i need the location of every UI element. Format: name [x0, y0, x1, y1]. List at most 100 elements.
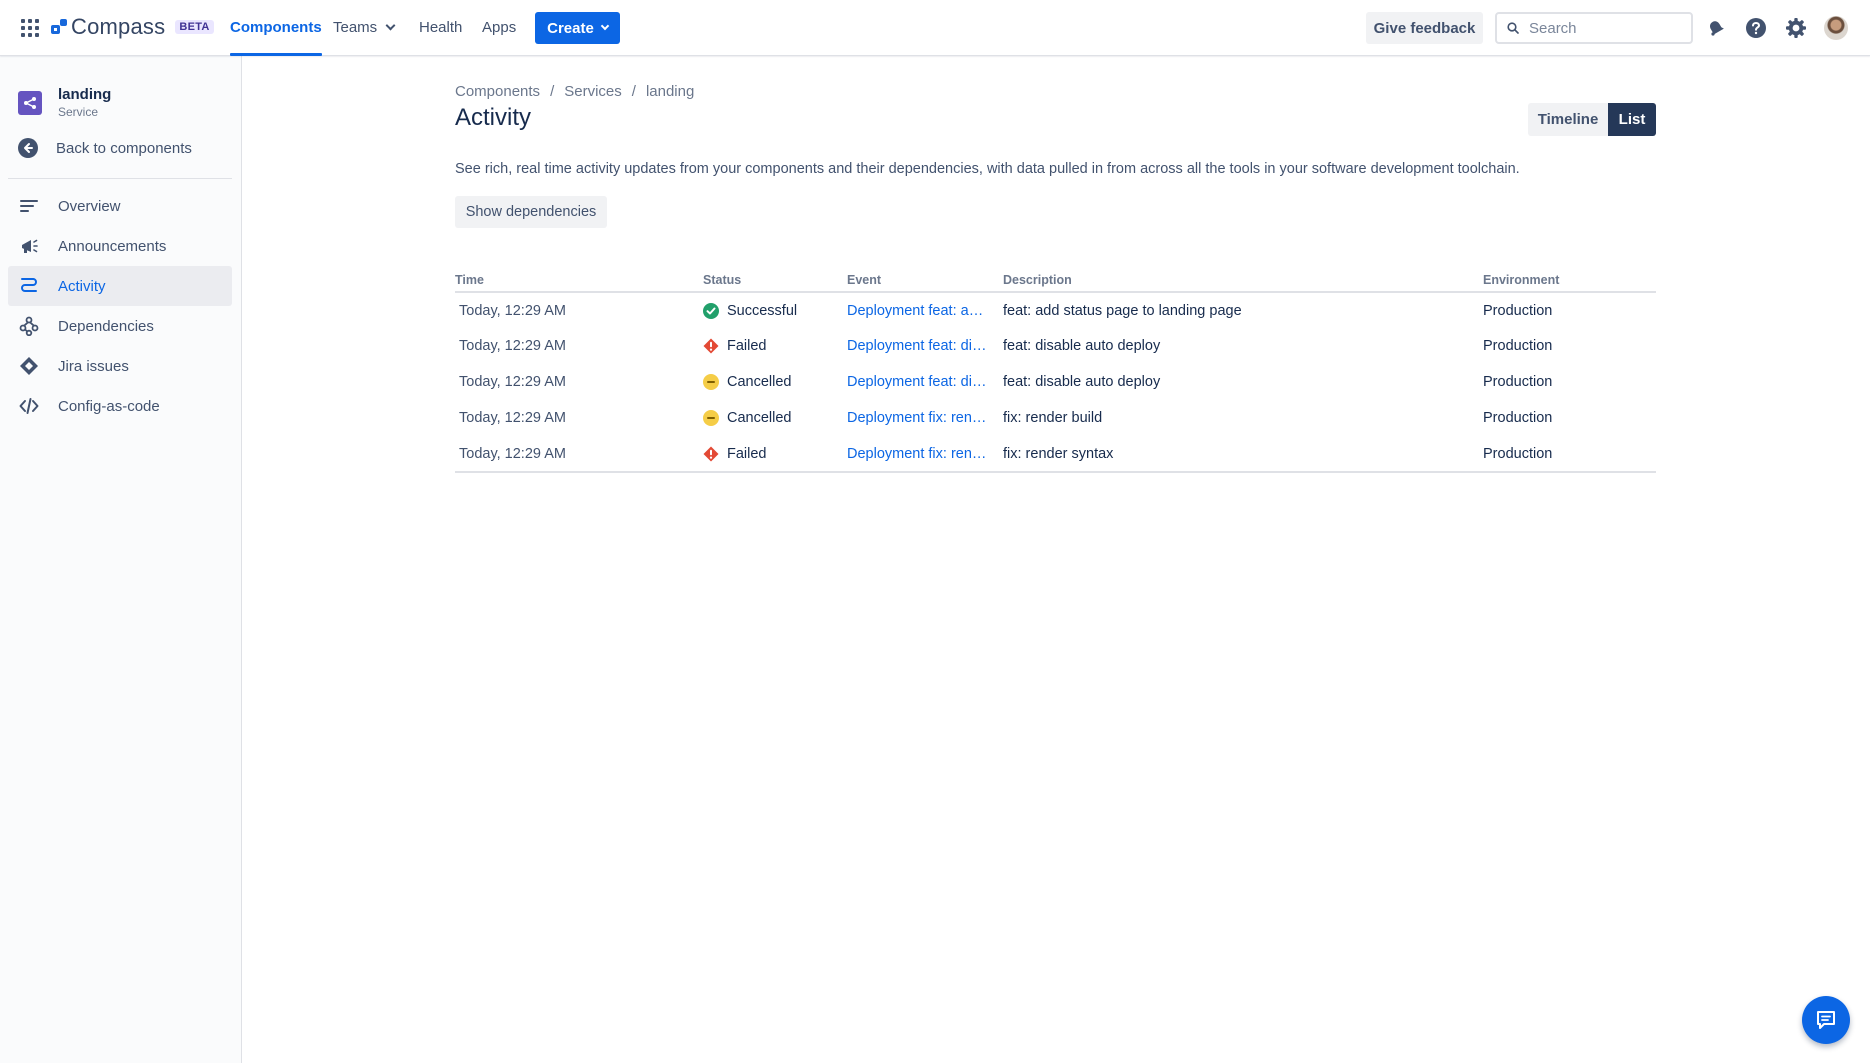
sidebar-item-dependencies[interactable]: Dependencies — [8, 306, 232, 346]
create-label: Create — [547, 19, 594, 37]
table-row: Today, 12:29 AM Cancelled Deployment fix… — [455, 400, 1656, 436]
table-row: Today, 12:29 AM Failed Deployment fix: r… — [455, 436, 1656, 473]
column-header-status[interactable]: Status — [703, 266, 847, 293]
search-input[interactable] — [1529, 19, 1679, 37]
settings-icon[interactable] — [1784, 16, 1808, 40]
error-icon — [703, 446, 719, 462]
sidebar-item-jira-issues[interactable]: Jira issues — [8, 346, 232, 386]
sidebar-item-activity[interactable]: Activity — [8, 266, 232, 306]
cancelled-icon — [703, 410, 719, 426]
notifications-icon[interactable] — [1704, 16, 1728, 40]
help-icon[interactable] — [1744, 16, 1768, 40]
sidebar-item-label: Config-as-code — [58, 397, 160, 415]
table-header-row: Time Status Event Description Environmen… — [455, 266, 1656, 293]
cell-description: fix: render syntax — [1003, 436, 1483, 473]
compass-logo[interactable]: Compass BETA — [51, 14, 214, 40]
cell-event: Deployment feat: disable auto deploy — [847, 364, 1003, 400]
event-link[interactable]: Deployment feat: disable auto deploy — [847, 338, 987, 354]
table-row: Today, 12:29 AM Failed Deployment feat: … — [455, 328, 1656, 364]
back-to-components-link[interactable]: Back to components — [18, 138, 192, 158]
nav-health[interactable]: Health — [419, 0, 462, 56]
component-type: Service — [58, 105, 99, 119]
cell-event: Deployment fix: render syntax — [847, 436, 1003, 473]
cell-status: Failed — [703, 436, 847, 473]
overview-icon — [18, 195, 40, 217]
top-navigation: Compass BETA Components Teams Health App… — [0, 0, 1870, 56]
compass-logo-icon — [51, 19, 67, 35]
event-link[interactable]: Deployment feat: add status page to land… — [847, 303, 987, 319]
column-header-event[interactable]: Event — [847, 266, 1003, 293]
column-header-time[interactable]: Time — [455, 266, 703, 293]
component-nav: Overview Announcements Activity Dependen… — [8, 186, 232, 426]
status-label: Cancelled — [727, 374, 792, 390]
show-dependencies-button[interactable]: Show dependencies — [455, 196, 607, 228]
cell-description: feat: disable auto deploy — [1003, 374, 1161, 390]
breadcrumb-components[interactable]: Components — [455, 83, 540, 100]
page-description: See rich, real time activity updates fro… — [455, 161, 1520, 177]
cell-status: Failed — [703, 328, 847, 364]
cell-description: fix: render build — [1003, 410, 1103, 426]
timeline-view-button[interactable]: Timeline — [1528, 103, 1608, 136]
arrow-left-icon — [18, 138, 38, 158]
table-row: Today, 12:29 AM Cancelled Deployment fea… — [455, 364, 1656, 400]
cell-time: Today, 12:29 AM — [459, 374, 566, 390]
column-header-environment[interactable]: Environment — [1483, 266, 1656, 293]
sidebar-item-label: Jira issues — [58, 357, 129, 375]
search-field[interactable] — [1495, 12, 1693, 44]
dependencies-icon — [18, 315, 40, 337]
cell-environment: Production — [1483, 374, 1553, 390]
status-label: Cancelled — [727, 410, 792, 426]
event-link[interactable]: Deployment feat: disable auto deploy — [847, 374, 987, 390]
megaphone-icon — [18, 235, 40, 257]
beta-badge: BETA — [175, 20, 214, 34]
cell-environment: Production — [1483, 436, 1656, 473]
back-label: Back to components — [56, 139, 192, 157]
sidebar-item-label: Activity — [58, 277, 106, 295]
sidebar-item-config-as-code[interactable]: Config-as-code — [8, 386, 232, 426]
event-link[interactable]: Deployment fix: render syntax — [847, 446, 987, 462]
cell-description: feat: add status page to landing page — [1003, 302, 1242, 319]
column-header-description[interactable]: Description — [1003, 266, 1483, 293]
cell-status: Cancelled — [703, 364, 847, 400]
cell-description: feat: disable auto deploy — [1003, 338, 1161, 354]
sidebar-item-overview[interactable]: Overview — [8, 186, 232, 226]
table-row: Today, 12:29 AM Successful Deployment fe… — [455, 292, 1656, 328]
breadcrumb-services[interactable]: Services — [564, 83, 622, 100]
sidebar-item-announcements[interactable]: Announcements — [8, 226, 232, 266]
app-switcher-icon[interactable] — [20, 18, 40, 38]
activity-icon — [18, 275, 40, 297]
cell-time: Today, 12:29 AM — [459, 410, 566, 426]
nav-health-label: Health — [419, 19, 463, 36]
feedback-label: Give feedback — [1373, 19, 1476, 37]
sidebar-divider — [8, 178, 232, 179]
avatar[interactable] — [1824, 16, 1848, 40]
cell-environment: Production — [1483, 410, 1553, 426]
breadcrumb-landing[interactable]: landing — [646, 83, 694, 100]
code-icon — [18, 395, 40, 417]
sidebar-item-label: Dependencies — [58, 317, 154, 335]
chevron-down-icon — [600, 21, 610, 31]
list-view-button[interactable]: List — [1608, 103, 1656, 136]
nav-teams-label: Teams — [333, 19, 378, 36]
cell-event: Deployment feat: add status page to land… — [847, 292, 1003, 328]
cell-status: Successful — [703, 292, 847, 328]
component-header: landing Service — [18, 86, 111, 119]
chat-icon — [1817, 1011, 1835, 1029]
breadcrumb-separator: / — [631, 83, 636, 100]
chat-button[interactable] — [1802, 996, 1850, 1044]
logo-text: Compass — [71, 14, 166, 39]
breadcrumb-separator: / — [550, 83, 555, 100]
event-link[interactable]: Deployment fix: render build — [847, 410, 987, 426]
nav-teams[interactable]: Teams — [333, 0, 396, 56]
search-icon — [1507, 22, 1519, 34]
success-check-icon — [703, 302, 719, 319]
cell-time: Today, 12:29 AM — [459, 338, 566, 354]
cell-environment: Production — [1483, 338, 1553, 354]
give-feedback-button[interactable]: Give feedback — [1366, 12, 1483, 44]
cell-status: Cancelled — [703, 400, 847, 436]
nav-apps[interactable]: Apps — [482, 0, 516, 56]
create-button[interactable]: Create — [535, 12, 620, 44]
cell-event: Deployment fix: render build — [847, 400, 1003, 436]
nav-components[interactable]: Components — [230, 0, 322, 56]
sidebar: landing Service Back to components Overv… — [0, 56, 242, 1063]
